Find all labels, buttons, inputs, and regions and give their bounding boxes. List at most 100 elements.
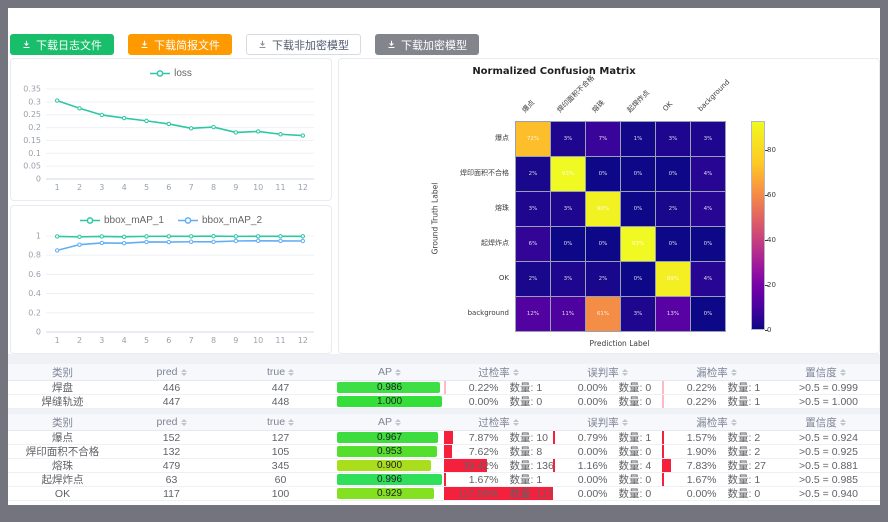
sort-icon[interactable] [288,419,294,426]
matrix-cell: 0% [656,157,690,191]
row-label: 熔珠 [339,191,509,225]
overkill-cell: 7.87%数量: 10 [444,431,553,444]
download-log-button[interactable]: 下载日志文件 [10,34,114,55]
class-cell: 焊缝轨迹 [8,395,117,408]
loss-line-chart: 00.050.10.150.20.250.30.3512345678910111… [16,83,326,195]
ap-value: 0.967 [377,432,402,443]
matrix-cell: 0% [551,227,585,261]
legend-item-loss[interactable]: loss [150,68,192,79]
column-header: 类别 [8,364,117,380]
confusion-matrix: Normalized Confusion Matrix 72%3%7%1%3%3… [339,59,879,353]
rate-percent: 39.42% [444,460,499,472]
matrix-cell: 0% [621,157,655,191]
misjudge-cell: 0.79%数量: 1 [553,431,662,444]
column-header: 置信度 [771,414,880,430]
sort-icon[interactable] [513,369,519,376]
rate-percent: 1.67% [444,474,499,486]
rate-count: 数量: 1 [717,381,761,394]
download-icon [387,40,396,49]
misjudge-cell: 0.00%数量: 0 [553,487,662,500]
sort-icon[interactable] [840,419,846,426]
svg-text:9: 9 [233,336,238,345]
matrix-cell: 4% [691,157,725,191]
matrix-cell: 4% [691,192,725,226]
matrix-cell: 93% [621,227,655,261]
rate-count: 数量: 1 [608,431,652,444]
legend-item-bbox-map-1[interactable]: bbox_mAP_1 [80,215,164,226]
class-cell: OK [8,487,117,500]
download-report-button[interactable]: 下载简报文件 [128,34,232,55]
sort-icon[interactable] [731,369,737,376]
download-encrypted-model-button[interactable]: 下载加密模型 [375,34,479,55]
sort-icon[interactable] [395,419,401,426]
sort-icon[interactable] [622,369,628,376]
column-label: 熔珠 [590,98,607,115]
matrix-cell: 13% [656,297,690,331]
rate-percent: 0.00% [553,396,608,408]
sort-icon[interactable] [731,419,737,426]
rate-percent: 7.83% [662,460,717,472]
svg-text:1: 1 [55,336,60,345]
sort-icon[interactable] [513,419,519,426]
colorbar-tick-label: 80 [767,146,776,154]
class-cell: 焊盘 [8,381,117,394]
column-label: 爆点 [520,98,537,115]
matrix-cell: 3% [551,262,585,296]
pred-cell: 117 [117,487,226,500]
svg-text:5: 5 [144,183,149,192]
toolbar: 下载日志文件 下载简报文件 下载非加密模型 下载加密模型 [10,34,479,55]
rate-percent: 0.22% [444,382,499,394]
svg-text:0.6: 0.6 [28,270,41,279]
true-cell: 448 [226,395,335,408]
overkill-cell: 117.00%数量: 117 [444,487,553,500]
rate-count: 数量: 117 [499,487,554,500]
overkill-cell: 39.42%数量: 136 [444,459,553,472]
svg-text:11: 11 [275,336,285,345]
sort-icon[interactable] [840,369,846,376]
svg-text:3: 3 [99,183,104,192]
matrix-cell: 89% [656,262,690,296]
summary-table-welds: 类别predtrueAP过检率误判率漏检率置信度焊盘4464470.9860.2… [8,364,880,409]
svg-text:6: 6 [166,183,171,192]
column-header: 类别 [8,414,117,430]
rate-count: 数量: 0 [608,381,652,394]
colorbar-tick-label: 0 [767,326,771,334]
class-cell: 焊印面积不合格 [8,445,117,458]
column-label: background [696,78,731,113]
svg-text:0.25: 0.25 [23,110,41,119]
sort-icon[interactable] [622,419,628,426]
matrix-cell: 0% [691,227,725,261]
rate-count: 数量: 0 [717,487,761,500]
sort-icon[interactable] [395,369,401,376]
sort-icon[interactable] [288,369,294,376]
column-header-label: pred [156,416,177,428]
matrix-cell: 3% [621,297,655,331]
misjudge-cell: 1.16%数量: 4 [553,459,662,472]
download-plain-model-button[interactable]: 下载非加密模型 [246,34,361,55]
miss-cell: 0.22%数量: 1 [662,381,771,394]
colorbar-tick-label: 20 [767,281,776,289]
ap-cell: 0.953 [335,445,444,458]
ap-cell: 0.986 [335,381,444,394]
true-cell: 105 [226,445,335,458]
matrix-cell: 2% [516,262,550,296]
sort-icon[interactable] [181,419,187,426]
matrix-cell: 2% [656,192,690,226]
rate-count: 数量: 10 [499,431,549,444]
rate-count: 数量: 1 [717,473,761,486]
table-row: 焊缝轨迹4474481.0000.00%数量: 00.00%数量: 00.22%… [8,395,880,409]
rate-count: 数量: 2 [717,445,761,458]
rate-count: 数量: 0 [499,395,543,408]
matrix-cell: 1% [621,122,655,156]
column-header-label: true [267,366,285,378]
legend-item-bbox-map-2[interactable]: bbox_mAP_2 [178,215,262,226]
sort-icon[interactable] [181,369,187,376]
column-header-label: 类别 [52,365,73,380]
download-encrypted-model-label: 下载加密模型 [401,37,467,53]
rate-count: 数量: 136 [499,459,554,472]
matrix-cell: 12% [516,297,550,331]
ap-value: 0.986 [377,382,402,393]
ap-value: 1.000 [377,396,402,407]
rate-percent: 0.00% [553,382,608,394]
confusion-matrix-grid: 72%3%7%1%3%3%2%93%0%0%0%4%3%3%90%0%2%4%6… [515,121,726,332]
